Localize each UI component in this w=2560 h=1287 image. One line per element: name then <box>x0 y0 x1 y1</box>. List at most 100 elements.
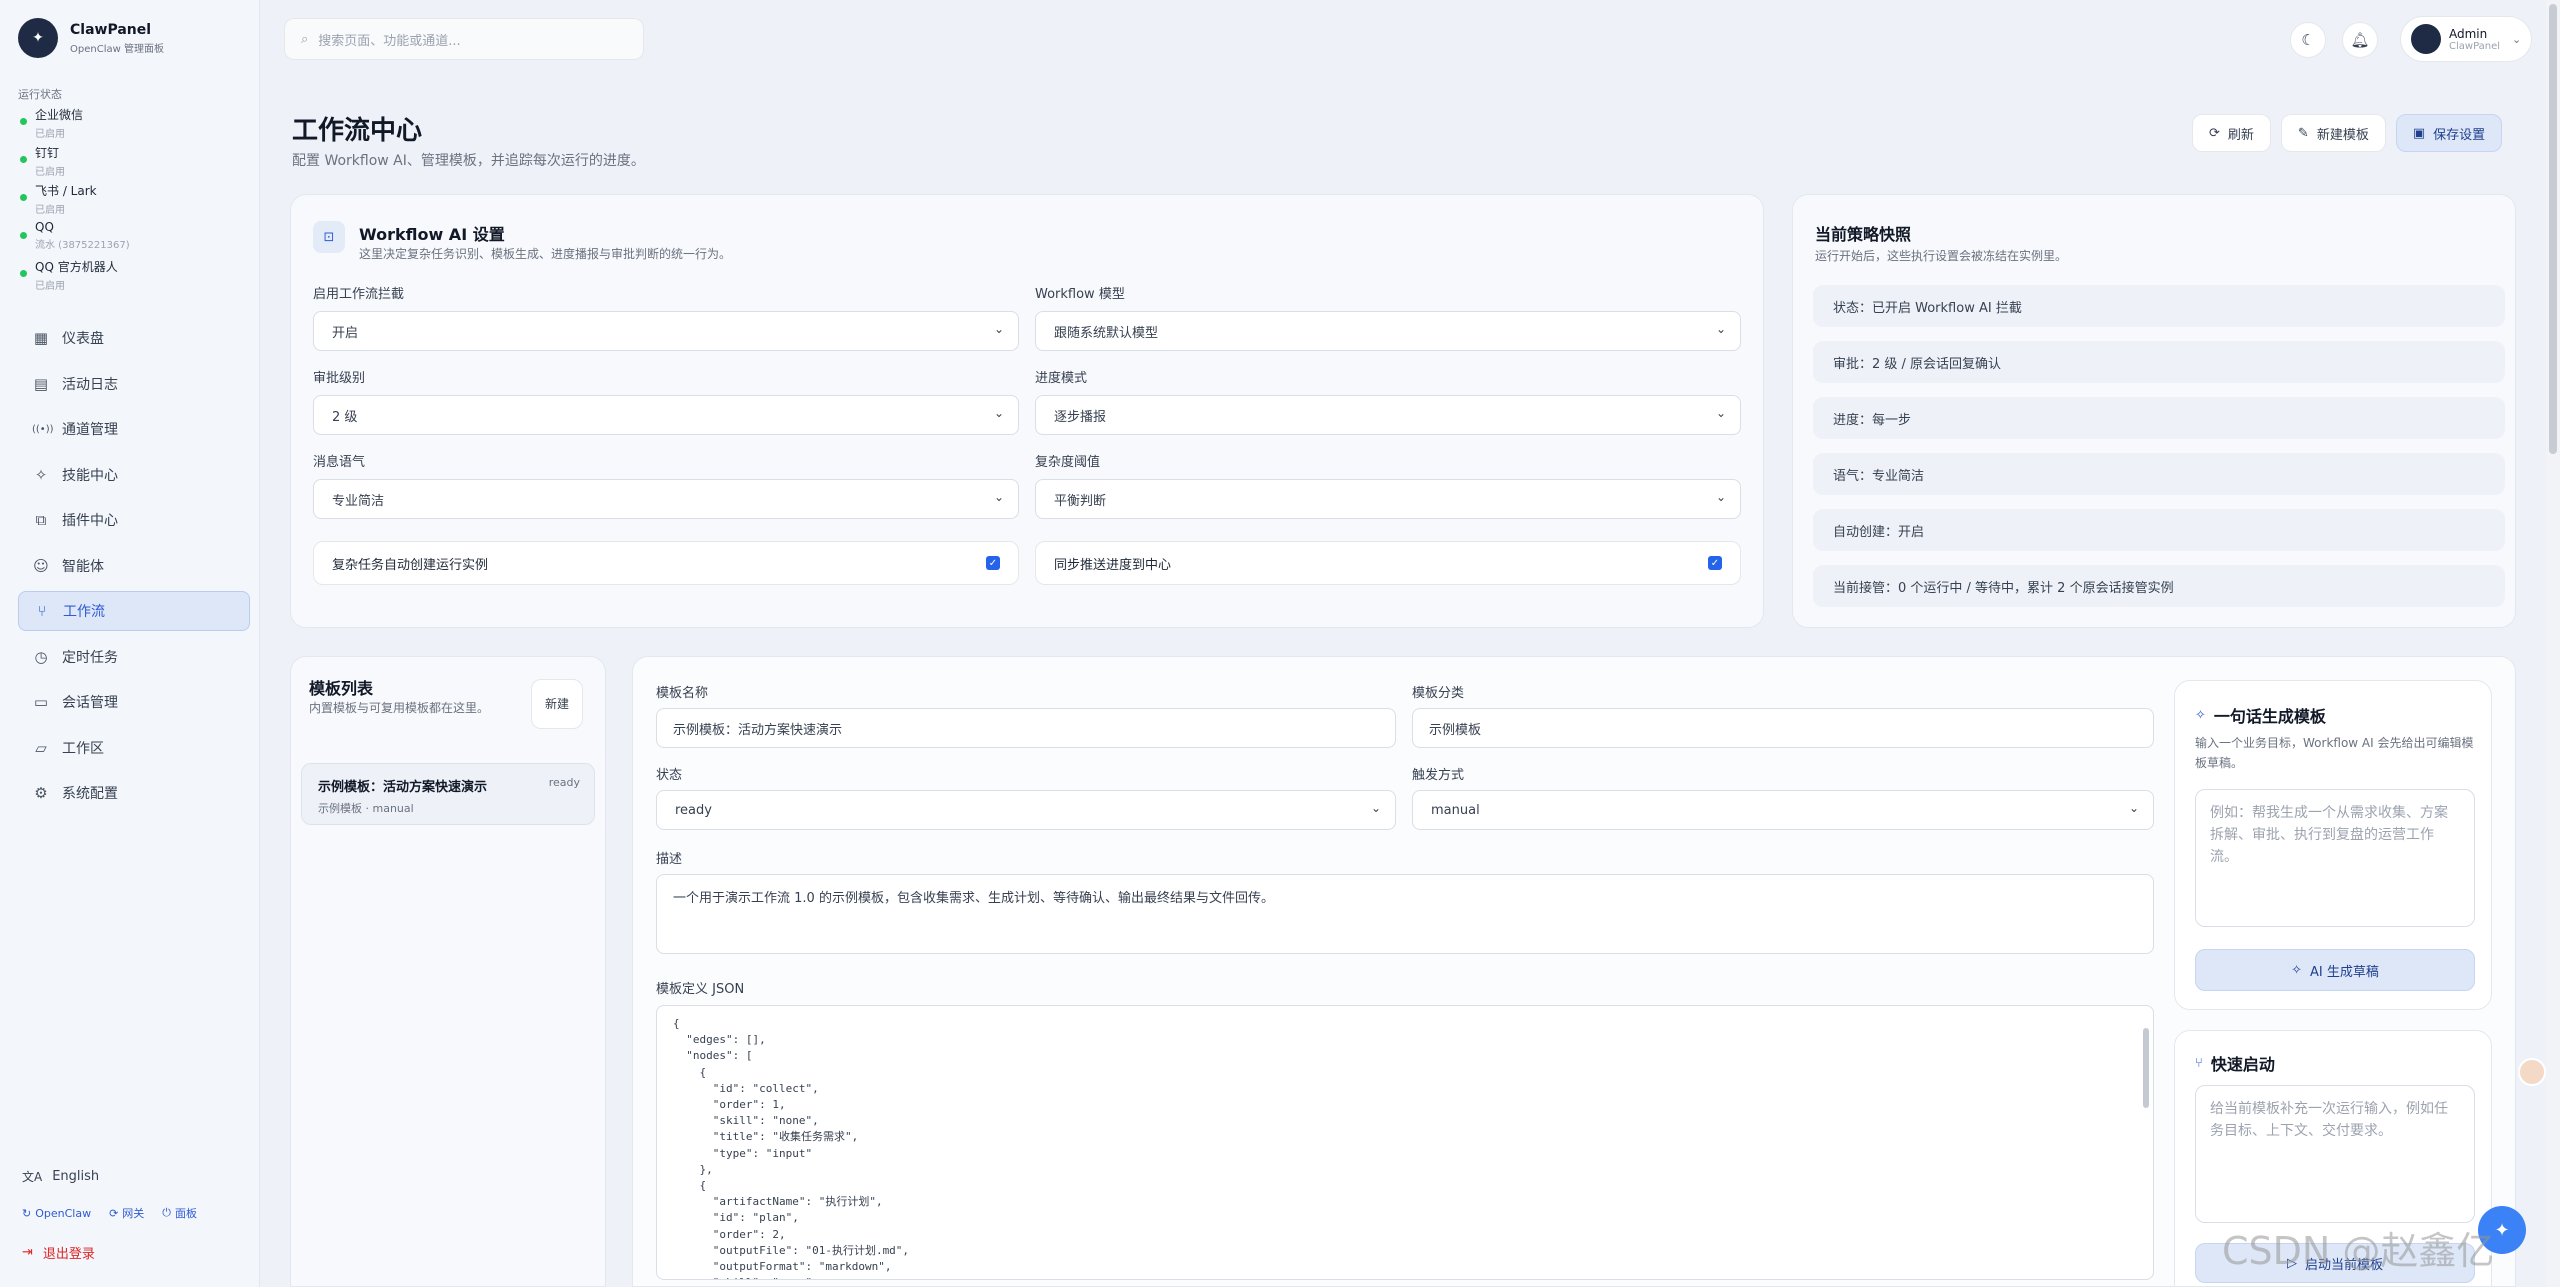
logout-label: 退出登录 <box>42 1247 95 1262</box>
logout-button[interactable]: ⇥ 退出登录 <box>22 1243 242 1262</box>
topbar: ⌕ 搜索页面、功能或通道... ☾ 🔔︎ Admin ClawPanel ⌄ <box>260 0 2560 78</box>
chat-icon: ▭ <box>33 693 49 711</box>
nav-item-sessions[interactable]: ▭ 会话管理 <box>18 682 250 722</box>
approval-label: 审批级别 <box>313 371 366 386</box>
auto-create-checkbox-row[interactable]: 复杂任务自动创建运行实例 ✓ <box>313 541 1019 585</box>
refresh-button[interactable]: ⟳ 刷新 <box>2192 114 2271 152</box>
nav-item-dashboard[interactable]: ▦ 仪表盘 <box>18 318 250 358</box>
description-textarea[interactable]: 一个用于演示工作流 1.0 的示例模板，包含收集需求、生成计划、等待确认、输出最… <box>656 874 2154 954</box>
nav-item-activity-log[interactable]: ▤ 活动日志 <box>18 364 250 404</box>
template-status-value: ready <box>675 802 712 818</box>
new-template-label: 新建模板 <box>2316 127 2369 143</box>
auto-create-checkbox[interactable]: ✓ <box>986 556 1000 570</box>
quick-start-textarea[interactable]: 给当前模板补充一次运行输入，例如任务目标、上下文、交付要求。 <box>2195 1085 2475 1223</box>
notifications-button[interactable]: 🔔︎ <box>2342 22 2378 58</box>
tone-select[interactable]: 专业简洁 ⌄ <box>313 479 1019 519</box>
nav-item-skills[interactable]: ✧ 技能中心 <box>18 455 250 495</box>
gateway-link[interactable]: ⟳ 网关 <box>109 1205 144 1221</box>
snapshot-row: 当前接管：0 个运行中 / 等待中，累计 2 个原会话接管实例 <box>1813 565 2505 607</box>
channel-status: 流水 (3875221367) <box>35 240 130 251</box>
channel-name: QQ 官方机器人 <box>35 260 118 274</box>
nav-label: 技能中心 <box>62 467 118 484</box>
model-select[interactable]: 跟随系统默认模型 ⌄ <box>1035 311 1741 351</box>
brand-title: ClawPanel <box>70 21 152 38</box>
channel-name: QQ <box>35 220 54 234</box>
nav-item-settings[interactable]: ⚙ 系统配置 <box>18 773 250 813</box>
policy-snapshot-card: 当前策略快照 运行开始后，这些执行设置会被冻结在实例里。 状态：已开启 Work… <box>1792 194 2516 628</box>
scrollbar[interactable] <box>2143 1028 2149 1108</box>
nav-label: 工作流 <box>63 604 105 620</box>
intercept-select[interactable]: 开启 ⌄ <box>313 311 1019 351</box>
template-item[interactable]: 示例模板：活动方案快速演示 ready 示例模板 · manual <box>301 763 595 825</box>
moon-icon: ☾ <box>2301 31 2315 49</box>
brand[interactable]: ✦ ClawPanel OpenClaw 管理面板 <box>18 18 164 58</box>
nav-item-workspace[interactable]: ▱ 工作区 <box>18 728 250 768</box>
channel-status-item: 钉钉 已启用 <box>20 144 240 182</box>
snapshot-title: 当前策略快照 <box>1815 225 1912 244</box>
ai-generate-button[interactable]: ✧ AI 生成草稿 <box>2195 949 2475 991</box>
status-dot-icon <box>20 156 27 163</box>
bot-icon: ☺ <box>33 556 49 575</box>
scrollbar-thumb[interactable] <box>2549 4 2557 454</box>
page-scrollbar[interactable] <box>2546 0 2560 1287</box>
sync-progress-label: 同步推送进度到中心 <box>1054 557 1172 573</box>
json-text: { "edges": [], "nodes": [ { "id": "colle… <box>673 1017 910 1279</box>
user-menu[interactable]: Admin ClawPanel ⌄ <box>2400 16 2532 62</box>
workflow-ai-settings-card: ⊡ Workflow AI 设置 这里决定复杂任务识别、模板生成、进度播报与审批… <box>290 194 1764 628</box>
theme-toggle-button[interactable]: ☾ <box>2290 22 2326 58</box>
json-editor[interactable]: { "edges": [], "nodes": [ { "id": "colle… <box>656 1005 2154 1280</box>
channel-name: 钉钉 <box>35 146 60 160</box>
generate-textarea[interactable]: 例如：帮我生成一个从需求收集、方案拆解、审批、执行到复盘的运营工作流。 <box>2195 789 2475 927</box>
approval-select[interactable]: 2 级 ⌄ <box>313 395 1019 435</box>
plugin-icon: ⧉ <box>35 511 47 529</box>
watermark: CSDN @赵鑫亿 <box>2222 1229 2495 1273</box>
status-dot-icon <box>20 118 27 125</box>
broadcast-icon: ((•)) <box>32 423 54 435</box>
progress-label: 进度模式 <box>1035 371 1088 386</box>
channel-status-item: QQ 流水 (3875221367) <box>20 220 240 258</box>
nav-item-scheduled-tasks[interactable]: ◷ 定时任务 <box>18 637 250 677</box>
chevron-down-icon: ⌄ <box>993 490 1004 504</box>
openclaw-link[interactable]: ↻ OpenClaw <box>22 1205 91 1221</box>
complexity-select[interactable]: 平衡判断 ⌄ <box>1035 479 1741 519</box>
language-switch[interactable]: 文A English <box>22 1168 242 1185</box>
search-placeholder: 搜索页面、功能或通道... <box>318 33 461 49</box>
nav-item-channels[interactable]: ((•)) 通道管理 <box>18 409 250 449</box>
channel-status-item: QQ 官方机器人 已启用 <box>20 258 240 296</box>
snapshot-row: 进度：每一步 <box>1813 397 2505 439</box>
refresh-icon: ⟳ <box>109 1206 119 1220</box>
ai-settings-subtitle: 这里决定复杂任务识别、模板生成、进度播报与审批判断的统一行为。 <box>359 247 732 261</box>
nav-item-workflow[interactable]: ⑂ 工作流 <box>18 591 250 631</box>
template-category-input[interactable]: 示例模板 <box>1412 708 2154 748</box>
power-icon: ⏻ <box>162 1206 171 1219</box>
template-status-select[interactable]: ready ⌄ <box>656 790 1396 830</box>
progress-select[interactable]: 逐步播报 ⌄ <box>1035 395 1741 435</box>
floating-avatar[interactable] <box>2518 1058 2546 1086</box>
sync-progress-checkbox[interactable]: ✓ <box>1708 556 1722 570</box>
sparkle-icon: ✧ <box>2195 707 2206 723</box>
sync-progress-checkbox-row[interactable]: 同步推送进度到中心 ✓ <box>1035 541 1741 585</box>
panel-link[interactable]: ⏻ 面板 <box>162 1205 197 1221</box>
channel-status-list: 企业微信 已启用 钉钉 已启用 飞书 / Lark 已启用 QQ 流水 (3875221… <box>20 106 240 296</box>
sparkle-icon: ✧ <box>34 465 48 484</box>
new-template-small-button[interactable]: 新建 <box>531 679 583 729</box>
openclaw-link-label: OpenClaw <box>35 1206 92 1220</box>
snapshot-subtitle: 运行开始后，这些执行设置会被冻结在实例里。 <box>1815 249 2068 263</box>
chevron-down-icon: ⌄ <box>993 406 1004 420</box>
template-name-input[interactable]: 示例模板：活动方案快速演示 <box>656 708 1396 748</box>
sparkle-icon: ✧ <box>2291 962 2303 978</box>
search-input[interactable]: ⌕ 搜索页面、功能或通道... <box>284 18 644 60</box>
nav-item-plugins[interactable]: ⧉ 插件中心 <box>18 500 250 540</box>
new-template-button[interactable]: ✎ 新建模板 <box>2280 114 2386 152</box>
clock-icon: ◷ <box>34 647 48 666</box>
tone-value: 专业简洁 <box>332 493 385 509</box>
claw-logo-icon: ✦ <box>18 18 58 58</box>
log-icon: ▤ <box>33 374 49 393</box>
save-settings-button[interactable]: ▣ 保存设置 <box>2395 114 2503 152</box>
page-title: 工作流中心 <box>292 116 423 146</box>
nav-item-agents[interactable]: ☺ 智能体 <box>18 546 250 586</box>
template-item-meta: 示例模板 · manual <box>318 802 414 815</box>
json-label: 模板定义 JSON <box>656 982 745 997</box>
trigger-select[interactable]: manual ⌄ <box>1412 790 2154 830</box>
template-item-name: 示例模板：活动方案快速演示 <box>318 780 488 795</box>
